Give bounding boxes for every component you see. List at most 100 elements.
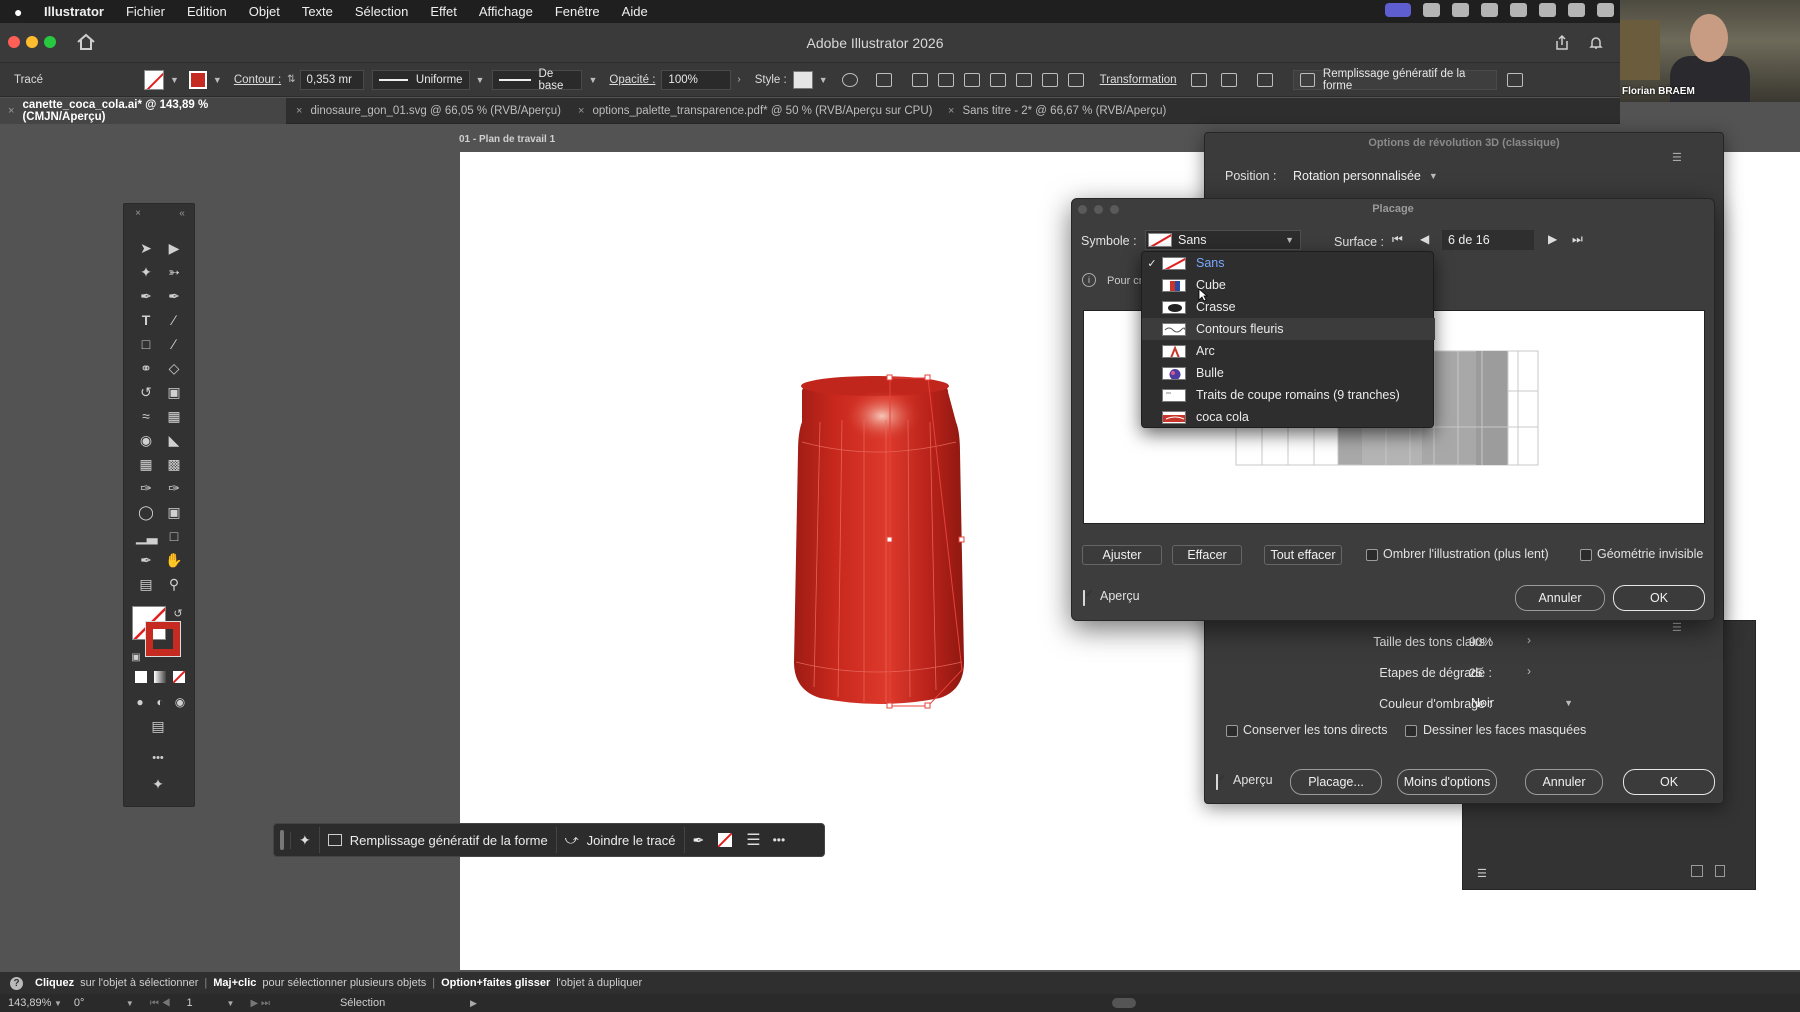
align-right-icon[interactable]: [963, 72, 980, 87]
chevron-down-icon[interactable]: ▼: [54, 999, 62, 1008]
eraser-tool-icon[interactable]: ◇: [164, 360, 184, 376]
pen-options-icon[interactable]: ✒: [683, 827, 713, 853]
drag-handle-icon[interactable]: [280, 830, 284, 850]
tab-canette-coca-cola[interactable]: × canette_coca_cola.ai* @ 143,89 % (CMJN…: [0, 98, 286, 124]
notifications-icon[interactable]: [1588, 35, 1604, 54]
contour-label[interactable]: Contour :: [234, 74, 281, 86]
recolor-icon[interactable]: [841, 72, 858, 87]
zoom-tool-icon[interactable]: ⚲: [164, 576, 184, 592]
pen-tool-icon[interactable]: ✒: [136, 288, 156, 304]
next-surface-icon[interactable]: ▶: [1548, 232, 1557, 246]
isolate-icon[interactable]: [1190, 72, 1207, 87]
swap-colors-icon[interactable]: ↺: [168, 606, 188, 622]
rotate-tool-icon[interactable]: ↺: [136, 384, 156, 400]
menu-fichier[interactable]: Fichier: [126, 4, 165, 19]
horizontal-scrollbar-thumb[interactable]: [1112, 998, 1136, 1008]
symbol-option-bulle[interactable]: Bulle: [1142, 362, 1435, 384]
new-layer-icon[interactable]: [1691, 865, 1703, 877]
none-mode-icon[interactable]: [173, 671, 185, 683]
draw-hidden-faces-checkbox[interactable]: [1405, 725, 1417, 737]
chevron-down-icon[interactable]: ▼: [170, 75, 179, 85]
screen-share-icon[interactable]: [1385, 3, 1411, 17]
menu-objet[interactable]: Objet: [249, 4, 280, 19]
align-bottom-icon[interactable]: [1067, 72, 1084, 87]
menu-effet[interactable]: Effet: [430, 4, 457, 19]
first-artboard-icon[interactable]: ⏮ ◀: [150, 998, 171, 1009]
lasso-tool-icon[interactable]: ➳: [164, 264, 184, 280]
menu-lines-icon[interactable]: ☰: [746, 830, 760, 850]
close-tab-icon[interactable]: ×: [578, 105, 584, 117]
eyedropper-tool-icon[interactable]: ✑: [136, 480, 156, 496]
more-options-icon[interactable]: •••: [773, 833, 786, 847]
symbol-option-contours-fleuris[interactable]: Contours fleuris: [1142, 318, 1435, 340]
preserve-spot-checkbox[interactable]: [1226, 725, 1238, 737]
symbol-sprayer-tool-icon[interactable]: ▣: [164, 504, 184, 520]
symbol-option-cube[interactable]: Cube: [1142, 274, 1435, 296]
symbol-option-arc[interactable]: Arc: [1142, 340, 1435, 362]
rectangle-tool-icon[interactable]: □: [136, 336, 156, 352]
gradient-mode-icon[interactable]: [154, 671, 166, 683]
align-middle-icon[interactable]: [1041, 72, 1058, 87]
draw-behind-icon[interactable]: ◐: [150, 694, 170, 710]
keyboard-icon[interactable]: [1481, 3, 1498, 17]
hand-tool-icon[interactable]: ✋: [164, 552, 184, 568]
fill-none-icon[interactable]: [718, 833, 733, 847]
delete-layer-icon[interactable]: [1715, 865, 1725, 877]
close-tab-icon[interactable]: ×: [948, 105, 954, 117]
panel-menu-icon-2[interactable]: ☰: [1672, 621, 1682, 634]
default-colors-icon[interactable]: ▣: [126, 650, 146, 666]
first-surface-icon[interactable]: ⏮: [1392, 232, 1403, 247]
close-tab-icon[interactable]: ×: [8, 105, 14, 117]
tab-dinosaure[interactable]: × dinosaure_gon_01.svg @ 66,05 % (RVB/Ap…: [288, 98, 568, 124]
opacity-input[interactable]: 100%: [661, 69, 732, 90]
revolve-cancel-button[interactable]: Annuler: [1525, 769, 1603, 795]
wifi-icon[interactable]: [1597, 3, 1614, 17]
soda-can-artwork[interactable]: [780, 372, 980, 712]
puppet-warp-icon[interactable]: [1256, 72, 1273, 87]
artboard-number[interactable]: 1: [187, 997, 227, 1009]
chevron-down-icon[interactable]: ▼: [227, 999, 235, 1008]
blend-tool-icon[interactable]: ◯: [136, 504, 156, 520]
symbol-option-sans[interactable]: ✓ Sans: [1142, 252, 1435, 274]
distribute-icon[interactable]: [989, 72, 1006, 87]
opacity-label[interactable]: Opacité :: [609, 74, 655, 86]
contour-width-input[interactable]: 0,353 mr: [299, 69, 364, 90]
type-tool-icon[interactable]: T: [136, 312, 156, 328]
creative-cloud-icon[interactable]: [1452, 3, 1469, 17]
panel-menu-icon[interactable]: ☰: [1672, 151, 1682, 164]
transformation-link[interactable]: Transformation: [1100, 74, 1177, 86]
magic-wand-icon[interactable]: [1506, 72, 1523, 87]
fewer-options-button[interactable]: Moins d'options: [1397, 769, 1497, 795]
collapse-panel-icon[interactable]: «: [172, 206, 192, 222]
generative-fill-context-button[interactable]: Remplissage génératif de la forme: [318, 827, 556, 853]
brush-select[interactable]: De base: [492, 68, 583, 92]
surface-input[interactable]: 6 de 16: [1442, 230, 1534, 250]
help-icon[interactable]: ?: [10, 976, 23, 990]
menu-illustrator[interactable]: Illustrator: [44, 4, 104, 19]
chevron-down-icon[interactable]: ▼: [126, 999, 134, 1008]
symbol-option-coca-cola[interactable]: coca cola: [1142, 406, 1435, 428]
share-icon[interactable]: [1554, 34, 1570, 54]
line-tool-icon[interactable]: ∕: [164, 312, 184, 328]
menu-selection[interactable]: Sélection: [355, 4, 408, 19]
zoom-level[interactable]: 143,89%: [8, 997, 54, 1009]
magic-wand-tool-icon[interactable]: ✦: [136, 264, 156, 280]
clear-button[interactable]: Effacer: [1172, 545, 1242, 565]
menu-affichage[interactable]: Affichage: [479, 4, 533, 19]
scale-tool-icon[interactable]: ▣: [164, 384, 184, 400]
stroke-profile-select[interactable]: Uniforme: [371, 69, 470, 90]
align-top-icon[interactable]: [1015, 72, 1032, 87]
shape-builder-tool-icon[interactable]: ◉: [136, 432, 156, 448]
menu-fenetre[interactable]: Fenêtre: [555, 4, 600, 19]
menu-texte[interactable]: Texte: [302, 4, 333, 19]
width-tool-icon[interactable]: ≈: [136, 408, 156, 424]
more-tools-icon[interactable]: •••: [148, 750, 168, 766]
placage-preview-checkbox[interactable]: [1083, 590, 1085, 606]
adjust-button[interactable]: Ajuster: [1082, 545, 1162, 565]
revolve-ok-button[interactable]: OK: [1623, 769, 1715, 795]
rotation-value[interactable]: 0°: [74, 997, 126, 1009]
blend-steps-input[interactable]: 25: [1463, 662, 1523, 684]
library-icon[interactable]: ☰: [1477, 867, 1487, 880]
shaper-tool-icon[interactable]: ⚭: [136, 360, 156, 376]
highlight-size-input[interactable]: 90%: [1463, 631, 1523, 653]
